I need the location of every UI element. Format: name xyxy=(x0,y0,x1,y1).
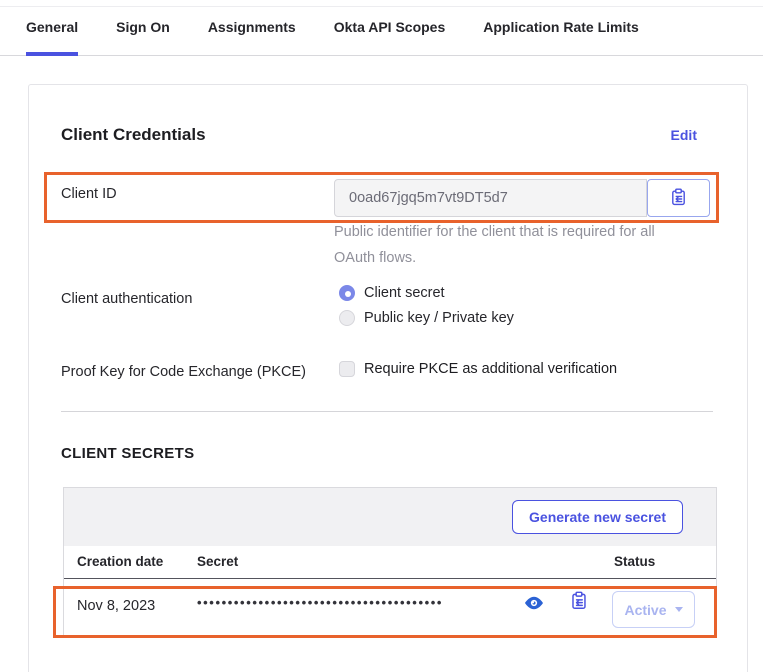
pkce-label: Proof Key for Code Exchange (PKCE) xyxy=(61,364,306,380)
status-dropdown[interactable]: Active xyxy=(612,591,695,628)
client-id-label: Client ID xyxy=(61,186,117,202)
client-secrets-title: CLIENT SECRETS xyxy=(61,445,194,462)
tab-okta-api-scopes[interactable]: Okta API Scopes xyxy=(334,19,446,56)
clipboard-copy-icon xyxy=(569,599,590,614)
caret-down-icon xyxy=(675,607,683,612)
tab-bar: General Sign On Assignments Okta API Sco… xyxy=(0,7,763,56)
radio-public-key[interactable] xyxy=(339,310,355,326)
status-label: Active xyxy=(624,602,666,618)
clipboard-copy-icon xyxy=(669,187,689,210)
eye-icon xyxy=(523,602,545,617)
general-settings-card: Client Credentials Edit Client ID 0oad67… xyxy=(28,84,748,672)
column-header-secret: Secret xyxy=(197,554,238,569)
radio-public-key-label: Public key / Private key xyxy=(364,310,514,326)
table-row: Nov 8, 2023 ••••••••••••••••••••••••••••… xyxy=(64,579,716,635)
client-credentials-header: Client Credentials Edit xyxy=(61,125,697,145)
copy-client-id-button[interactable] xyxy=(647,179,710,217)
copy-secret-button[interactable] xyxy=(566,589,592,615)
section-divider xyxy=(61,411,713,412)
generate-new-secret-button[interactable]: Generate new secret xyxy=(512,500,683,534)
radio-client-secret-label: Client secret xyxy=(364,285,445,301)
client-secret-option: Client secret xyxy=(339,285,514,301)
tab-sign-on[interactable]: Sign On xyxy=(116,19,170,56)
column-header-status: Status xyxy=(614,554,655,569)
client-secrets-table: Generate new secret Creation date Secret… xyxy=(63,487,717,635)
creation-date-cell: Nov 8, 2023 xyxy=(77,598,155,614)
client-id-help-text: Public identifier for the client that is… xyxy=(334,219,684,271)
pkce-option: Require PKCE as additional verification xyxy=(339,361,617,377)
pkce-checkbox-label: Require PKCE as additional verification xyxy=(364,361,617,377)
client-id-input[interactable]: 0oad67jgq5m7vt9DT5d7 xyxy=(334,179,647,217)
okta-app-settings-page: General Sign On Assignments Okta API Sco… xyxy=(0,0,763,672)
table-toolbar: Generate new secret xyxy=(64,488,716,546)
reveal-secret-button[interactable] xyxy=(522,592,546,616)
public-key-option: Public key / Private key xyxy=(339,310,514,326)
radio-client-secret[interactable] xyxy=(339,285,355,301)
masked-secret-cell: •••••••••••••••••••••••••••••••••••••••• xyxy=(197,595,519,610)
column-header-creation-date: Creation date xyxy=(77,554,163,569)
pkce-checkbox[interactable] xyxy=(339,361,355,377)
tab-general[interactable]: General xyxy=(26,19,78,56)
tab-application-rate-limits[interactable]: Application Rate Limits xyxy=(483,19,639,56)
edit-button[interactable]: Edit xyxy=(671,127,697,143)
client-credentials-title: Client Credentials xyxy=(61,125,206,145)
tab-assignments[interactable]: Assignments xyxy=(208,19,296,56)
client-authentication-options: Client secret Public key / Private key xyxy=(339,285,514,326)
client-authentication-label: Client authentication xyxy=(61,291,192,307)
table-header-row: Creation date Secret Status xyxy=(64,546,716,579)
